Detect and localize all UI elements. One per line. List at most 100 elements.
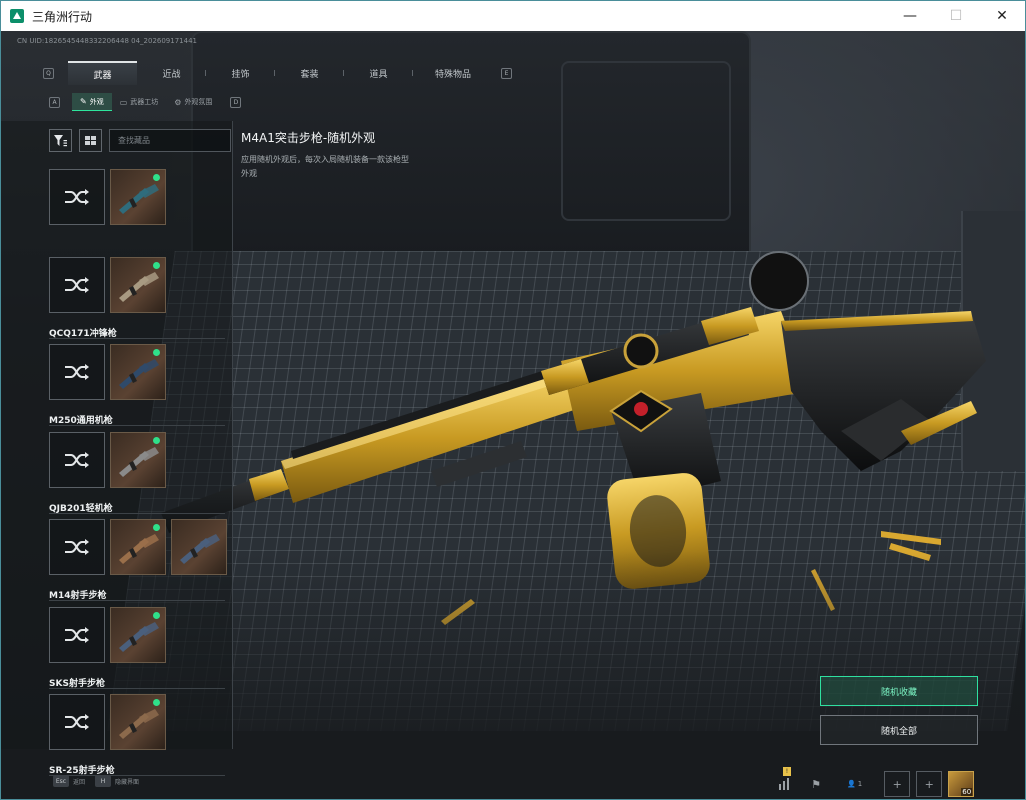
prev-tab-key-hint[interactable]: Q [43,67,54,79]
sub-tab-bar: A ✎ 外观 ▭ 武器工坊 ⚙ 外观氛围 D [49,93,242,111]
owned-indicator-dot [153,699,160,706]
case-handle-background [561,61,731,221]
prev-subtab-key-hint[interactable]: A [49,96,60,108]
random-skin-tile[interactable] [49,694,105,750]
shuffle-icon [65,276,89,293]
weapon-thumbnail [119,446,159,477]
weapon-row[interactable]: SR-25射手步枪 [49,694,229,782]
tab-outfits[interactable]: 套装 [275,61,344,85]
next-tab-key-hint[interactable]: E [501,67,512,79]
shuffle-icon [65,714,89,730]
weapon-tiles [49,344,229,400]
random-skin-tile[interactable] [49,519,105,575]
weapon-row[interactable]: SKS射手步枪 [49,606,229,695]
search-input[interactable] [109,129,231,152]
weapon-name: M14射手步枪 [49,588,225,601]
owned-indicator-dot [153,174,160,181]
plus-icon: + [924,777,934,791]
tab-special-items[interactable]: 特殊物品 [413,61,493,85]
tab-charms[interactable]: 挂饰 [206,61,275,85]
game-scene: CN UID:1826545448332206448 04_2026091714… [1,31,1025,799]
subtab-ambience[interactable]: ⚙ 外观氛围 [166,93,220,111]
weapon-thumbnail [119,709,159,739]
add-teammate-button[interactable]: + [884,771,911,797]
weapon-skin-tile[interactable] [110,694,166,750]
weapon-thumbnail [119,534,159,564]
filter-button[interactable] [49,129,72,152]
workshop-icon: ▭ [119,97,128,107]
flag-button[interactable]: ⚑ [803,771,829,797]
stats-button[interactable]: ! [771,767,797,797]
friends-count: 1 [857,780,863,788]
tab-label: 武器 [93,70,112,81]
title-bar[interactable]: 三角洲行动 — ☐ ✕ [1,1,1025,31]
weapon-row[interactable]: M250通用机枪 [49,344,229,432]
subtab-label: 外观氛围 [184,98,213,106]
weapon-skin-tile[interactable] [171,519,227,575]
subtab-workshop[interactable]: ▭ 武器工坊 [112,93,167,111]
weapon-skin-tile[interactable] [110,606,166,663]
weapon-thumbnail [119,359,159,389]
subtab-label: 外观 [89,97,104,106]
subtab-label: 武器工坊 [130,98,159,106]
weapon-list-panel: QCQ171冲锋枪 M250通用机枪 QJB201轻机枪 M14射手步枪 SKS射手步枪… [1,121,233,776]
weapon-skin-tile[interactable] [110,431,166,488]
shuffle-icon [65,451,89,468]
bar-chart-icon [778,778,789,790]
hide-ui-hint[interactable]: H 隐藏界面 [95,775,139,787]
player-level: 60 [961,788,973,796]
gear-icon: ⚙ [174,97,182,107]
tab-items[interactable]: 道具 [344,61,413,85]
weapon-skin-tile[interactable] [110,344,166,400]
bottom-hints: Esc 返回 H 隐藏界面 [53,775,139,787]
weapon-thumbnail [119,271,159,302]
owned-indicator-dot [153,261,160,269]
weapon-skin-tile[interactable] [110,519,166,575]
close-button[interactable]: ✕ [979,1,1025,31]
weapon-skin-tile[interactable] [110,169,166,225]
weapon-row[interactable]: QJB201轻机枪 [49,431,229,520]
filter-icon [54,134,67,146]
add-teammate-button-2[interactable]: + [916,771,943,797]
delta-force-logo-icon [10,9,24,23]
random-skin-tile[interactable] [49,256,105,313]
random-all-button[interactable]: 随机全部 [820,715,978,745]
subtab-appearance[interactable]: ✎ 外观 [72,93,112,111]
flag-icon: ⚑ [811,777,821,791]
random-skin-tile[interactable] [49,431,105,488]
weapon-row[interactable]: M14射手步枪 [49,519,229,607]
minimize-button[interactable]: — [887,1,933,31]
owned-indicator-dot [153,349,160,356]
friends-icon: 👤 [847,780,856,788]
owned-indicator-dot [153,524,160,531]
weapon-thumbnail [119,621,159,652]
tab-weapons[interactable]: 武器 [68,61,137,85]
random-skin-tile[interactable] [49,169,105,225]
friends-button[interactable]: 👤 1 [847,780,862,788]
random-favorites-button[interactable]: 随机收藏 [820,676,978,706]
selected-weapon-title: M4A1突击步枪-随机外观 [241,131,376,145]
back-hint[interactable]: Esc 返回 [53,775,85,787]
weapon-tiles [49,519,229,575]
weapon-row[interactable]: QCQ171冲锋枪 [49,256,229,345]
owned-indicator-dot [153,611,160,619]
shuffle-icon [65,539,89,555]
random-skin-tile[interactable] [49,606,105,663]
weapon-tiles [49,694,229,750]
random-skin-tile[interactable] [49,344,105,400]
window-controls: — ☐ ✕ [887,1,1025,31]
player-uid: CN UID:1826545448332206448 04_2026091714… [17,37,197,45]
weapon-list: QCQ171冲锋枪 M250通用机枪 QJB201轻机枪 M14射手步枪 SKS射手步枪… [49,169,229,782]
weapon-name: QJB201轻机枪 [49,501,225,514]
weapon-name: M250通用机枪 [49,413,225,426]
weapon-skin-tile[interactable] [110,256,166,313]
tab-melee[interactable]: 近战 [137,61,206,85]
selected-weapon-description: 应用随机外观后，每次入局随机装备一款该枪型外观 [241,155,409,178]
weapon-thumbnail [180,534,220,564]
app-window: 三角洲行动 — ☐ ✕ CN UID:1826545448332206448 0… [0,0,1026,800]
maximize-button[interactable]: ☐ [933,1,979,31]
next-subtab-key-hint[interactable]: D [230,96,242,108]
weapon-row[interactable] [49,169,229,257]
player-avatar[interactable]: 60 [948,771,975,797]
grid-view-button[interactable] [79,129,102,152]
